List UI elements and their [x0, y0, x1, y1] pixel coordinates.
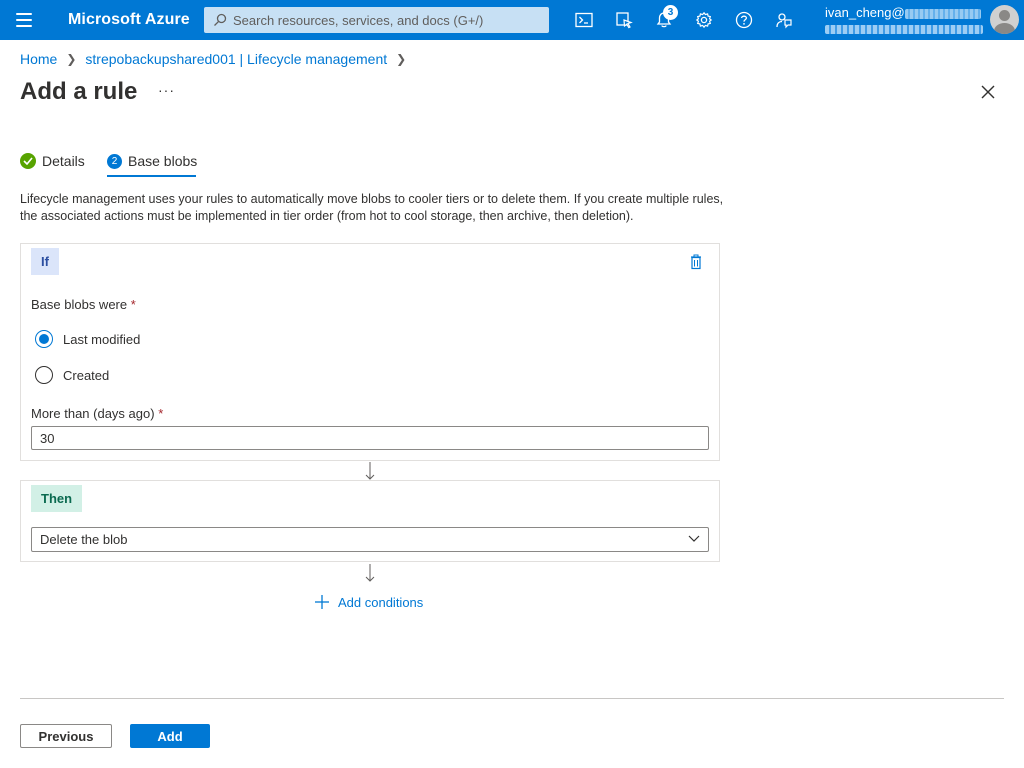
feedback-icon[interactable]	[772, 8, 796, 32]
more-options-icon[interactable]: ···	[158, 82, 175, 98]
plus-icon	[315, 595, 329, 609]
add-button[interactable]: Add	[130, 724, 210, 748]
then-tag: Then	[31, 485, 83, 512]
notification-badge: 3	[663, 5, 678, 20]
chevron-right-icon: ❯	[66, 52, 77, 66]
down-arrow-icon	[365, 462, 375, 480]
action-dropdown[interactable]: Delete the blob	[31, 527, 709, 552]
breadcrumb: Home ❯ strepobackupshared001 | Lifecycle…	[20, 51, 415, 67]
radio-last-modified[interactable]: Last modified	[35, 330, 140, 348]
directory-filter-icon[interactable]	[612, 8, 636, 32]
tab-base-blobs[interactable]: 2 Base blobs	[107, 150, 197, 172]
add-conditions-label: Add conditions	[338, 594, 424, 610]
account-info[interactable]: ivan_cheng@	[825, 6, 985, 34]
previous-button[interactable]: Previous	[20, 724, 112, 748]
cloud-shell-icon[interactable]	[572, 8, 596, 32]
radio-selected-icon[interactable]	[35, 330, 53, 348]
action-dropdown-value: Delete the blob	[40, 532, 128, 547]
redacted-domain	[904, 8, 981, 19]
if-tag: If	[31, 248, 59, 275]
close-icon[interactable]	[978, 82, 998, 102]
search-icon	[214, 13, 227, 26]
settings-icon[interactable]	[692, 8, 716, 32]
add-conditions-button[interactable]: Add conditions	[314, 594, 423, 610]
radio-last-modified-label: Last modified	[63, 331, 141, 347]
page-title: Add a rule	[20, 78, 138, 105]
chevron-down-icon	[688, 535, 700, 542]
tab-details[interactable]: Details	[20, 150, 85, 172]
description: Lifecycle management uses your rules to …	[20, 192, 724, 223]
redacted-directory	[825, 25, 983, 34]
search-box[interactable]	[204, 7, 549, 33]
help-icon[interactable]	[732, 8, 756, 32]
user-name: ivan_cheng@	[825, 5, 905, 20]
base-blobs-label: Base blobs were *	[31, 297, 136, 312]
days-label: More than (days ago) *	[31, 406, 164, 421]
days-input[interactable]	[31, 426, 709, 450]
footer-divider	[20, 698, 1004, 699]
down-arrow-icon	[365, 564, 375, 582]
tab-details-label: Details	[42, 153, 85, 169]
avatar[interactable]	[990, 5, 1019, 34]
then-action-card: Then Delete the blob	[20, 480, 720, 562]
active-tab-indicator	[107, 175, 196, 177]
menu-icon[interactable]	[16, 13, 32, 27]
tab-base-blobs-label: Base blobs	[128, 153, 198, 169]
chevron-right-icon: ❯	[396, 52, 407, 66]
search-input[interactable]	[233, 12, 533, 28]
delete-icon[interactable]	[689, 254, 703, 270]
radio-created-label: Created	[63, 367, 110, 383]
breadcrumb-home[interactable]: Home	[20, 51, 57, 67]
radio-created[interactable]: Created	[35, 366, 109, 384]
check-icon	[20, 153, 36, 169]
step-number: 2	[107, 153, 122, 169]
radio-unselected-icon[interactable]	[35, 366, 53, 384]
top-bar: Microsoft Azure 3 ivan_cheng@	[0, 0, 1024, 40]
brand-title[interactable]: Microsoft Azure	[68, 11, 190, 29]
if-condition-card: If Base blobs were * Last modified Creat…	[20, 243, 720, 461]
breadcrumb-resource[interactable]: strepobackupshared001 | Lifecycle manage…	[85, 51, 387, 67]
